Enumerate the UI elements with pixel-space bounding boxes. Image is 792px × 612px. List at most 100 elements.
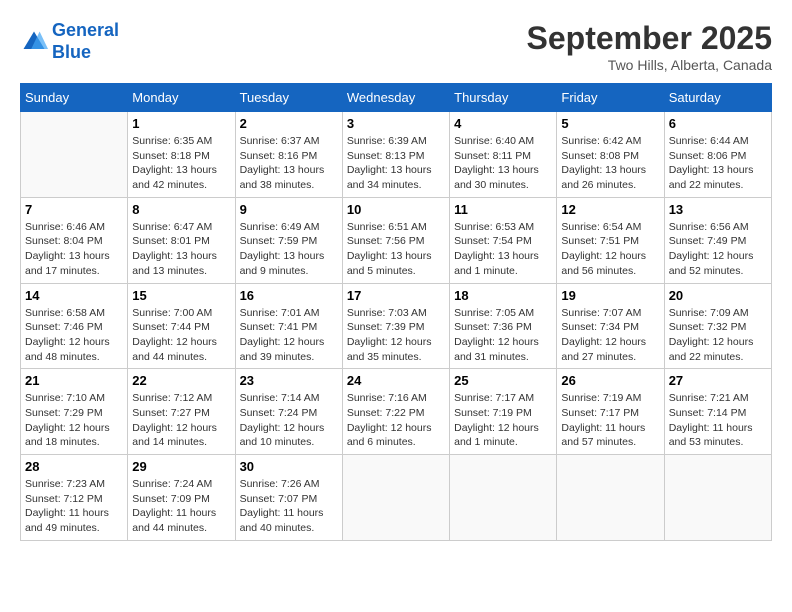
day-info: Sunrise: 6:44 AMSunset: 8:06 PMDaylight:… (669, 134, 767, 193)
day-number: 12 (561, 202, 659, 217)
day-number: 27 (669, 373, 767, 388)
calendar-cell: 9 Sunrise: 6:49 AMSunset: 7:59 PMDaylight… (235, 197, 342, 283)
logo-icon (20, 28, 48, 56)
calendar-cell: 1 Sunrise: 6:35 AMSunset: 8:18 PMDaylight… (128, 112, 235, 198)
calendar-header-row: SundayMondayTuesdayWednesdayThursdayFrid… (21, 84, 772, 112)
calendar-cell: 6 Sunrise: 6:44 AMSunset: 8:06 PMDaylight… (664, 112, 771, 198)
day-number: 6 (669, 116, 767, 131)
day-number: 22 (132, 373, 230, 388)
calendar-subtitle: Two Hills, Alberta, Canada (527, 57, 772, 73)
day-info: Sunrise: 6:40 AMSunset: 8:11 PMDaylight:… (454, 134, 552, 193)
logo-line1: General (52, 20, 119, 40)
week-row-4: 21 Sunrise: 7:10 AMSunset: 7:29 PMDayligh… (21, 369, 772, 455)
day-info: Sunrise: 7:19 AMSunset: 7:17 PMDaylight:… (561, 391, 659, 450)
day-number: 30 (240, 459, 338, 474)
day-info: Sunrise: 7:14 AMSunset: 7:24 PMDaylight:… (240, 391, 338, 450)
calendar-cell: 5 Sunrise: 6:42 AMSunset: 8:08 PMDaylight… (557, 112, 664, 198)
day-info: Sunrise: 6:39 AMSunset: 8:13 PMDaylight:… (347, 134, 445, 193)
calendar-cell (557, 455, 664, 541)
day-info: Sunrise: 6:49 AMSunset: 7:59 PMDaylight:… (240, 220, 338, 279)
day-number: 26 (561, 373, 659, 388)
logo-text: General Blue (52, 20, 119, 63)
day-info: Sunrise: 6:51 AMSunset: 7:56 PMDaylight:… (347, 220, 445, 279)
day-number: 24 (347, 373, 445, 388)
calendar-cell: 2Sunrise: 6:37 AMSunset: 8:16 PMDaylight… (235, 112, 342, 198)
day-number: 21 (25, 373, 123, 388)
calendar-cell: 25 Sunrise: 7:17 AMSunset: 7:19 PMDayligh… (450, 369, 557, 455)
calendar-cell: 18 Sunrise: 7:05 AMSunset: 7:36 PMDayligh… (450, 283, 557, 369)
calendar-cell: 16Sunrise: 7:01 AMSunset: 7:41 PMDayligh… (235, 283, 342, 369)
calendar-cell: 21 Sunrise: 7:10 AMSunset: 7:29 PMDayligh… (21, 369, 128, 455)
day-info: Sunrise: 6:46 AMSunset: 8:04 PMDaylight:… (25, 220, 123, 279)
day-number: 14 (25, 288, 123, 303)
day-number: 18 (454, 288, 552, 303)
day-info: Sunrise: 6:56 AMSunset: 7:49 PMDaylight:… (669, 220, 767, 279)
day-info: Sunrise: 7:17 AMSunset: 7:19 PMDaylight:… (454, 391, 552, 450)
title-block: September 2025 Two Hills, Alberta, Canad… (527, 20, 772, 73)
day-info: Sunrise: 7:03 AMSunset: 7:39 PMDaylight:… (347, 306, 445, 365)
header-saturday: Saturday (664, 84, 771, 112)
day-info: Sunrise: 7:21 AMSunset: 7:14 PMDaylight:… (669, 391, 767, 450)
week-row-2: 7Sunrise: 6:46 AMSunset: 8:04 PMDaylight… (21, 197, 772, 283)
header-tuesday: Tuesday (235, 84, 342, 112)
calendar-title: September 2025 (527, 20, 772, 57)
day-info: Sunrise: 7:09 AMSunset: 7:32 PMDaylight:… (669, 306, 767, 365)
day-number: 1 (132, 116, 230, 131)
calendar-cell: 26 Sunrise: 7:19 AMSunset: 7:17 PMDayligh… (557, 369, 664, 455)
calendar-cell: 10 Sunrise: 6:51 AMSunset: 7:56 PMDayligh… (342, 197, 449, 283)
calendar-cell: 8 Sunrise: 6:47 AMSunset: 8:01 PMDaylight… (128, 197, 235, 283)
week-row-3: 14Sunrise: 6:58 AMSunset: 7:46 PMDayligh… (21, 283, 772, 369)
week-row-5: 28 Sunrise: 7:23 AMSunset: 7:12 PMDayligh… (21, 455, 772, 541)
calendar-cell: 22Sunrise: 7:12 AMSunset: 7:27 PMDayligh… (128, 369, 235, 455)
calendar-cell: 19 Sunrise: 7:07 AMSunset: 7:34 PMDayligh… (557, 283, 664, 369)
header-wednesday: Wednesday (342, 84, 449, 112)
day-number: 15 (132, 288, 230, 303)
calendar-cell: 13 Sunrise: 6:56 AMSunset: 7:49 PMDayligh… (664, 197, 771, 283)
header-monday: Monday (128, 84, 235, 112)
day-info: Sunrise: 7:07 AMSunset: 7:34 PMDaylight:… (561, 306, 659, 365)
day-info: Sunrise: 7:05 AMSunset: 7:36 PMDaylight:… (454, 306, 552, 365)
header-friday: Friday (557, 84, 664, 112)
day-info: Sunrise: 6:37 AMSunset: 8:16 PMDaylight:… (240, 134, 338, 193)
day-info: Sunrise: 7:23 AMSunset: 7:12 PMDaylight:… (25, 477, 123, 536)
calendar-cell (342, 455, 449, 541)
day-number: 20 (669, 288, 767, 303)
day-info: Sunrise: 7:00 AMSunset: 7:44 PMDaylight:… (132, 306, 230, 365)
calendar-cell: 12Sunrise: 6:54 AMSunset: 7:51 PMDayligh… (557, 197, 664, 283)
day-number: 9 (240, 202, 338, 217)
day-number: 19 (561, 288, 659, 303)
day-info: Sunrise: 6:35 AMSunset: 8:18 PMDaylight:… (132, 134, 230, 193)
calendar-cell: 28 Sunrise: 7:23 AMSunset: 7:12 PMDayligh… (21, 455, 128, 541)
week-row-1: 1 Sunrise: 6:35 AMSunset: 8:18 PMDaylight… (21, 112, 772, 198)
day-number: 17 (347, 288, 445, 303)
day-number: 5 (561, 116, 659, 131)
calendar-cell: 29Sunrise: 7:24 AMSunset: 7:09 PMDayligh… (128, 455, 235, 541)
calendar-cell (21, 112, 128, 198)
day-info: Sunrise: 6:42 AMSunset: 8:08 PMDaylight:… (561, 134, 659, 193)
day-number: 16 (240, 288, 338, 303)
day-number: 13 (669, 202, 767, 217)
calendar-cell: 20 Sunrise: 7:09 AMSunset: 7:32 PMDayligh… (664, 283, 771, 369)
header-sunday: Sunday (21, 84, 128, 112)
logo: General Blue (20, 20, 119, 63)
day-number: 23 (240, 373, 338, 388)
calendar-cell: 4Sunrise: 6:40 AMSunset: 8:11 PMDaylight… (450, 112, 557, 198)
day-info: Sunrise: 7:10 AMSunset: 7:29 PMDaylight:… (25, 391, 123, 450)
day-number: 3 (347, 116, 445, 131)
day-info: Sunrise: 7:16 AMSunset: 7:22 PMDaylight:… (347, 391, 445, 450)
day-number: 25 (454, 373, 552, 388)
day-info: Sunrise: 7:24 AMSunset: 7:09 PMDaylight:… (132, 477, 230, 536)
calendar-table: SundayMondayTuesdayWednesdayThursdayFrid… (20, 83, 772, 541)
day-info: Sunrise: 6:47 AMSunset: 8:01 PMDaylight:… (132, 220, 230, 279)
day-number: 10 (347, 202, 445, 217)
calendar-cell: 17 Sunrise: 7:03 AMSunset: 7:39 PMDayligh… (342, 283, 449, 369)
day-number: 11 (454, 202, 552, 217)
day-number: 8 (132, 202, 230, 217)
calendar-cell: 27 Sunrise: 7:21 AMSunset: 7:14 PMDayligh… (664, 369, 771, 455)
calendar-cell: 11Sunrise: 6:53 AMSunset: 7:54 PMDayligh… (450, 197, 557, 283)
calendar-cell: 23 Sunrise: 7:14 AMSunset: 7:24 PMDayligh… (235, 369, 342, 455)
day-number: 28 (25, 459, 123, 474)
calendar-cell: 24 Sunrise: 7:16 AMSunset: 7:22 PMDayligh… (342, 369, 449, 455)
calendar-cell: 7Sunrise: 6:46 AMSunset: 8:04 PMDaylight… (21, 197, 128, 283)
header-thursday: Thursday (450, 84, 557, 112)
